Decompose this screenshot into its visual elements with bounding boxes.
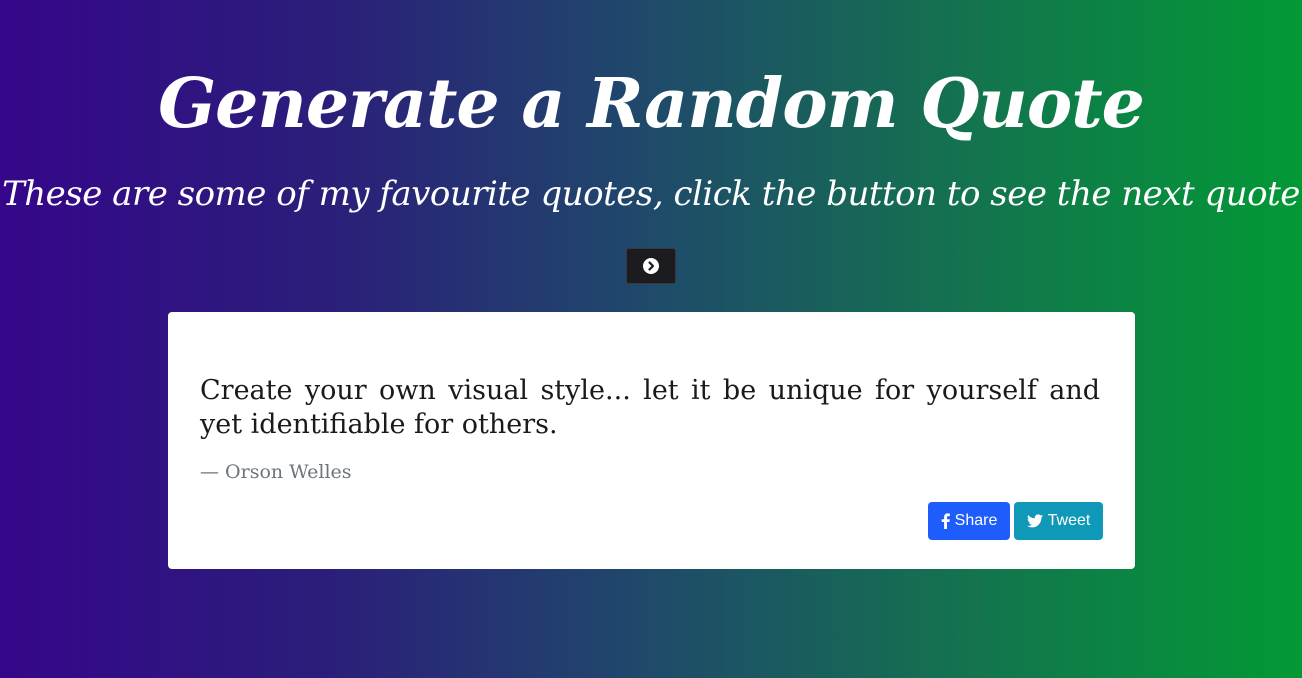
next-quote-button[interactable] bbox=[626, 248, 676, 284]
quote-card: Create your own visual style... let it b… bbox=[168, 312, 1135, 569]
chevron-circle-right-icon bbox=[643, 258, 659, 274]
quote-author: — Orson Welles bbox=[200, 461, 352, 483]
share-button[interactable]: Share bbox=[928, 502, 1010, 540]
page-title: Generate a Random Quote bbox=[158, 64, 1145, 144]
facebook-icon bbox=[941, 513, 950, 529]
quote-text: Create your own visual style... let it b… bbox=[200, 375, 1100, 440]
tweet-label: Tweet bbox=[1047, 512, 1091, 529]
share-label: Share bbox=[954, 512, 998, 529]
page-subtitle: These are some of my favourite quotes, c… bbox=[2, 174, 1300, 214]
twitter-icon bbox=[1026, 514, 1043, 528]
tweet-button[interactable]: Tweet bbox=[1014, 502, 1103, 540]
